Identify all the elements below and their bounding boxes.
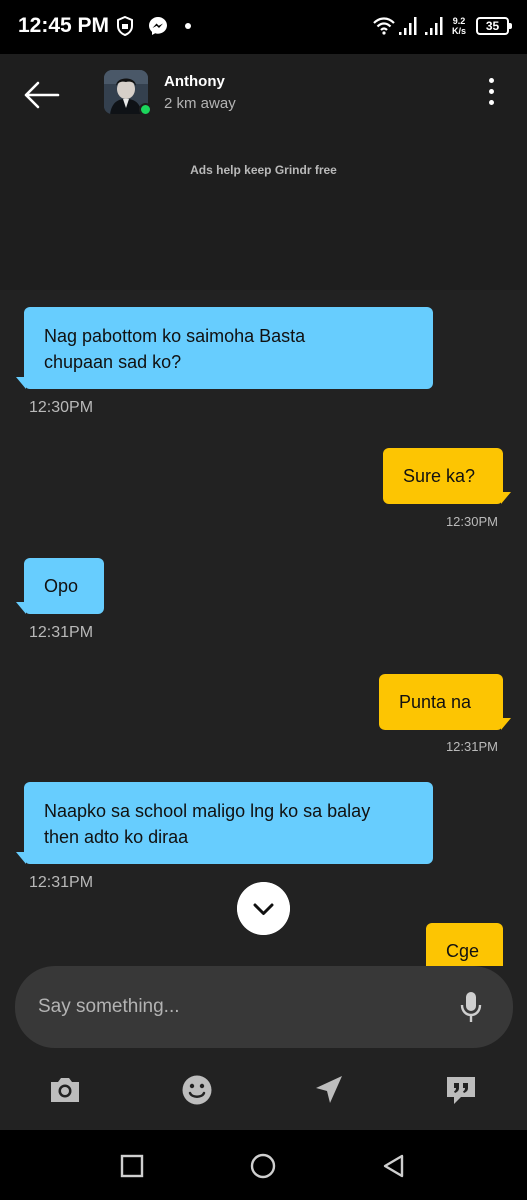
incoming-message-bubble[interactable]: Naapko sa school maligo lng ko sa balay …	[16, 782, 433, 864]
incoming-message-bubble[interactable]: Opo	[16, 558, 104, 614]
home-icon[interactable]	[249, 1152, 277, 1180]
message-input[interactable]	[38, 966, 438, 1048]
battery-indicator: 35	[476, 17, 512, 35]
location-arrow-icon[interactable]	[312, 1074, 346, 1106]
more-options-icon[interactable]	[480, 78, 502, 110]
message-timestamp: 12:31PM	[445, 739, 498, 754]
message-list[interactable]: Nag pabottom ko saimoha Basta chupaan sa…	[0, 290, 527, 966]
status-bar: 12:45 PM 9.2 K/s 35	[0, 0, 527, 54]
message-text-line: Nag pabottom ko saimoha Basta	[44, 326, 306, 346]
message-text-line: Sure ka?	[403, 466, 476, 486]
message-timestamp: 12:31PM	[29, 624, 94, 641]
message-text-line: chupaan sad ko?	[44, 352, 182, 372]
message-timestamp: 12:30PM	[29, 399, 94, 416]
composer-toolbar	[0, 1048, 527, 1130]
chat-header: Anthony 2 km away Ads help keep Grindr f…	[0, 54, 527, 290]
saved-phrases-icon[interactable]	[444, 1074, 478, 1106]
recent-apps-icon[interactable]	[118, 1152, 146, 1180]
contact-distance: 2 km away	[164, 95, 236, 112]
message-timestamp: 12:31PM	[29, 874, 94, 891]
status-time: 12:45 PM	[18, 14, 110, 37]
network-speed: 9.2 K/s	[452, 16, 466, 36]
camera-icon[interactable]	[48, 1074, 82, 1106]
back-nav-icon[interactable]	[380, 1152, 408, 1180]
network-speed-value: 9.2	[452, 16, 466, 26]
back-arrow-icon[interactable]	[22, 78, 62, 112]
contact-name[interactable]: Anthony	[164, 73, 225, 90]
wifi-icon	[373, 17, 395, 35]
shield-icon	[117, 16, 133, 36]
message-text-line: then adto ko diraa	[44, 827, 189, 847]
signal-icon	[425, 17, 443, 35]
message-text-line: Cge	[446, 941, 480, 961]
outgoing-message-bubble[interactable]: Cge	[426, 923, 503, 966]
microphone-icon[interactable]	[459, 990, 483, 1024]
scroll-to-bottom-button[interactable]	[237, 882, 290, 935]
ads-banner-text: Ads help keep Grindr free	[190, 163, 337, 177]
online-status-indicator	[139, 103, 152, 116]
network-speed-unit: K/s	[452, 26, 467, 36]
smiley-icon[interactable]	[180, 1074, 214, 1106]
outgoing-message-bubble[interactable]: Punta na	[379, 674, 511, 730]
message-timestamp: 12:30PM	[445, 514, 498, 529]
message-text-line: Naapko sa school maligo lng ko sa balay	[44, 801, 371, 821]
message-text-line: Opo	[44, 576, 79, 596]
dot-icon	[185, 23, 191, 29]
incoming-message-bubble[interactable]: Nag pabottom ko saimoha Basta chupaan sa…	[16, 307, 433, 389]
message-composer	[15, 966, 513, 1048]
messenger-icon	[149, 17, 167, 35]
signal-icon	[399, 17, 417, 35]
message-text-line: Punta na	[399, 692, 472, 712]
system-navigation-bar	[0, 1130, 527, 1200]
outgoing-message-bubble[interactable]: Sure ka?	[383, 448, 511, 504]
